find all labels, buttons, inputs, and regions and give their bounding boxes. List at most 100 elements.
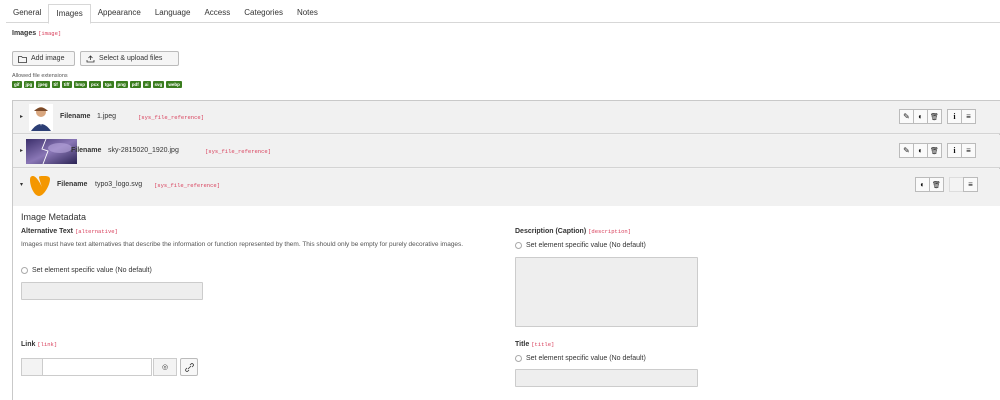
add-image-button[interactable]: Add image [12, 51, 75, 66]
row-actions: ◐ 🗑 ≡ [915, 177, 978, 192]
sky-thumbnail [26, 139, 77, 164]
title-tag: [title] [531, 341, 555, 348]
tab-images[interactable]: Images [48, 4, 91, 24]
images-section-title: Images [image] [12, 30, 62, 37]
tab-bar: General Images Appearance Language Acces… [6, 4, 1000, 24]
info-button-disabled [949, 177, 964, 192]
row-actions: ✎ ◐ 🗑 i ≡ [899, 143, 976, 158]
drag-icon: ≡ [966, 146, 971, 155]
link-icon [184, 362, 194, 372]
trash-icon: 🗑 [930, 147, 939, 155]
link-browser-button[interactable] [180, 358, 198, 376]
extension-badge: gif [12, 81, 22, 88]
trash-icon: 🗑 [932, 181, 941, 189]
filename-value: 1.jpeg [97, 113, 117, 120]
trash-icon: 🗑 [930, 113, 939, 121]
pencil-icon: ✎ [903, 146, 910, 155]
reference-tag: [sys_file_reference] [138, 114, 205, 121]
eye-icon: ◎ [161, 364, 169, 371]
filename-label: Filename [60, 113, 91, 120]
allowed-extensions-label: Allowed file extensions [12, 73, 68, 79]
filename-value: sky-2815020_1920.jpg [108, 147, 179, 154]
tab-access[interactable]: Access [197, 4, 237, 23]
alternative-text-input[interactable] [21, 282, 203, 300]
alt-element-specific-radio[interactable]: Set element specific value (No default) [21, 267, 152, 274]
title-element-specific-radio[interactable]: Set element specific value (No default) [515, 355, 646, 362]
folder-icon [18, 55, 27, 63]
delete-button[interactable]: 🗑 [927, 143, 942, 158]
delete-button[interactable]: 🗑 [927, 109, 942, 124]
extension-badge: svg [152, 81, 165, 88]
images-field-tag: [image] [38, 30, 62, 37]
filename-label: Filename [57, 181, 88, 188]
link-input[interactable] [42, 358, 152, 376]
title-input[interactable] [515, 369, 698, 387]
edit-button[interactable]: ✎ [899, 143, 914, 158]
user-avatar-thumbnail [29, 104, 53, 131]
tab-appearance[interactable]: Appearance [91, 4, 148, 23]
upload-icon [86, 54, 95, 62]
radio-circle-icon [515, 355, 522, 362]
edit-button[interactable]: ✎ [899, 109, 914, 124]
file-reference-row[interactable]: ▸ Filename 1.jpeg [sys_file_reference] ✎… [13, 101, 1000, 134]
link-toggle-button[interactable]: ◎ [153, 358, 177, 376]
collapse-caret-icon[interactable]: ▾ [20, 181, 23, 188]
alternative-tag: [alternative] [74, 228, 118, 235]
info-button[interactable]: i [947, 143, 962, 158]
description-element-specific-radio[interactable]: Set element specific value (No default) [515, 242, 646, 249]
extension-badge: tga [102, 81, 114, 88]
file-reference-row[interactable]: ▸ Filename sky-2815020_1920.jpg [sys_fil… [13, 135, 1000, 168]
pencil-icon: ✎ [903, 112, 910, 121]
extension-badge: tif [51, 81, 60, 88]
extension-badge: pcx [89, 81, 101, 88]
extension-badge: png [115, 81, 128, 88]
extension-badge: ai [142, 81, 151, 88]
reference-tag: [sys_file_reference] [205, 148, 272, 155]
link-tag: [link] [37, 341, 58, 348]
link-label: Link [link] [21, 341, 58, 348]
drag-icon: ≡ [968, 180, 973, 189]
info-icon: i [953, 146, 956, 155]
toggle-visibility-button[interactable]: ◐ [913, 143, 928, 158]
toggle-icon: ◐ [918, 146, 923, 155]
extension-badge: jpeg [36, 81, 50, 88]
image-metadata-title: Image Metadata [21, 212, 87, 222]
tab-general[interactable]: General [6, 4, 48, 23]
extension-badge: tiff [61, 81, 72, 88]
alternative-text-help: Images must have text alternatives that … [21, 241, 464, 248]
extension-badge: jpg [23, 81, 35, 88]
reference-tag: [sys_file_reference] [154, 182, 221, 189]
radio-circle-icon [515, 242, 522, 249]
tab-language[interactable]: Language [148, 4, 198, 23]
delete-button[interactable]: 🗑 [929, 177, 944, 192]
drag-handle[interactable]: ≡ [961, 109, 976, 124]
filename-value: typo3_logo.svg [95, 181, 143, 188]
expand-caret-icon[interactable]: ▸ [20, 113, 23, 120]
toggle-visibility-button[interactable]: ◐ [913, 109, 928, 124]
image-metadata-panel: Image Metadata Alternative Text [alterna… [12, 206, 1000, 400]
description-tag: [description] [588, 228, 632, 235]
toggle-icon: ◐ [918, 112, 923, 121]
drag-handle[interactable]: ≡ [961, 143, 976, 158]
alternative-text-label: Alternative Text [alternative] [21, 228, 118, 235]
drag-handle[interactable]: ≡ [963, 177, 978, 192]
info-button[interactable]: i [947, 109, 962, 124]
toggle-icon: ◐ [920, 180, 925, 189]
drag-icon: ≡ [966, 112, 971, 121]
description-textarea[interactable] [515, 257, 698, 327]
toggle-visibility-button[interactable]: ◐ [915, 177, 930, 192]
radio-circle-icon [21, 267, 28, 274]
tab-categories[interactable]: Categories [237, 4, 290, 23]
row-actions: ✎ ◐ 🗑 i ≡ [899, 109, 976, 124]
description-label: Description (Caption) [description] [515, 228, 632, 235]
filename-label: Filename [71, 147, 102, 154]
extension-badge: bmp [73, 81, 88, 88]
file-reference-row-expanded[interactable]: ▾ Filename typo3_logo.svg [sys_file_refe… [13, 169, 1000, 207]
file-references-panel: ▸ Filename 1.jpeg [sys_file_reference] ✎… [12, 100, 1000, 207]
info-icon: i [953, 112, 956, 121]
typo3-logo-icon [30, 176, 50, 196]
expand-caret-icon[interactable]: ▸ [20, 147, 23, 154]
extension-badge: pdf [129, 81, 141, 88]
select-upload-files-button[interactable]: Select & upload files [80, 51, 179, 66]
tab-notes[interactable]: Notes [290, 4, 325, 23]
